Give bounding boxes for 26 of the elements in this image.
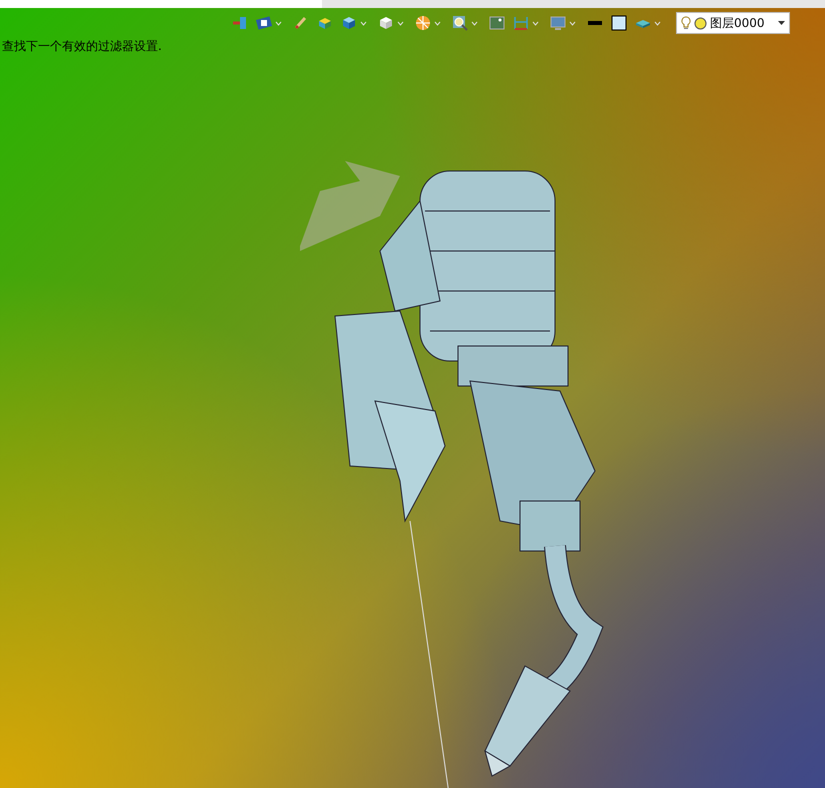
caret-icon[interactable] xyxy=(532,20,539,26)
pencil-icon[interactable] xyxy=(293,15,309,31)
caret-icon[interactable] xyxy=(434,20,441,26)
caret-icon[interactable] xyxy=(275,20,282,26)
sphere-icon[interactable] xyxy=(415,15,431,31)
zoom-icon[interactable] xyxy=(452,15,468,31)
layer-dropdown[interactable]: 图层0000 xyxy=(676,12,790,34)
caret-icon[interactable] xyxy=(654,20,661,26)
image-icon[interactable] xyxy=(489,15,505,31)
status-message: 查找下一个有效的过滤器设置. xyxy=(2,39,162,53)
lightbulb-icon xyxy=(681,16,691,30)
cube-icon[interactable] xyxy=(341,15,357,31)
caret-icon[interactable] xyxy=(397,20,404,26)
fill-color-icon[interactable] xyxy=(611,15,627,31)
caret-icon[interactable] xyxy=(569,20,576,26)
dropdown-arrow-icon xyxy=(778,21,785,25)
sun-icon xyxy=(694,16,707,30)
exit-icon[interactable] xyxy=(232,15,248,31)
caret-icon[interactable] xyxy=(471,20,478,26)
ruler-icon[interactable] xyxy=(513,15,529,31)
caret-icon[interactable] xyxy=(360,20,367,26)
cube-icon[interactable] xyxy=(378,15,394,31)
layer-name: 图层0000 xyxy=(710,15,766,32)
box-icon[interactable] xyxy=(317,15,333,31)
monitor-icon[interactable] xyxy=(550,15,566,31)
window-icon[interactable] xyxy=(256,15,272,31)
